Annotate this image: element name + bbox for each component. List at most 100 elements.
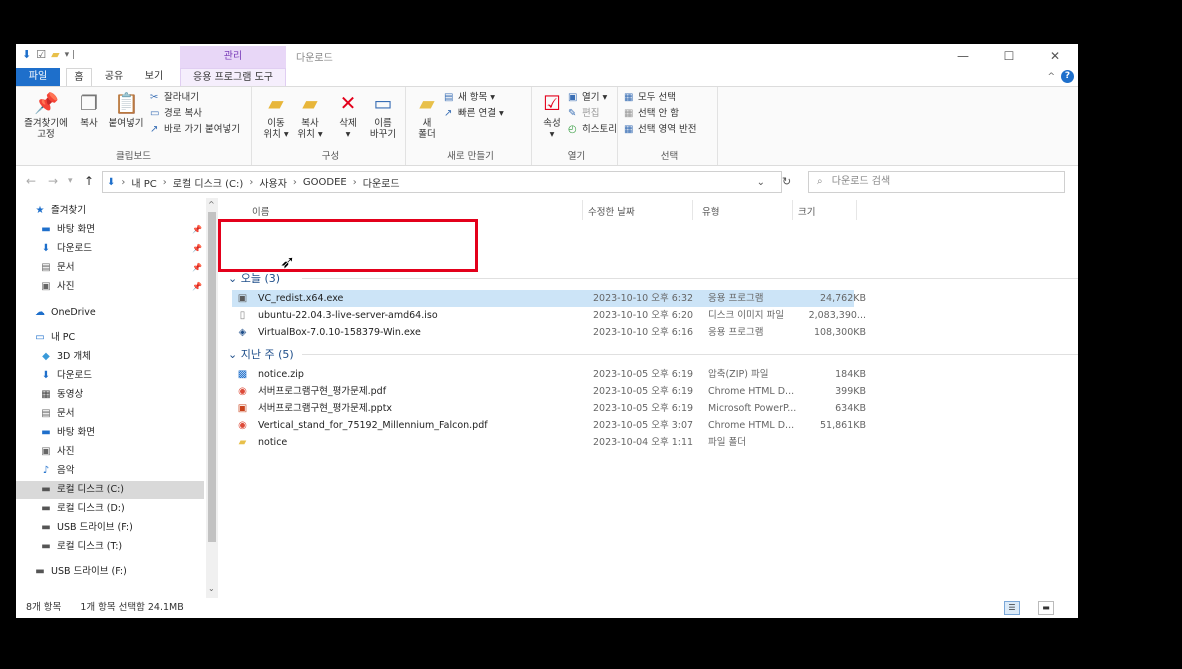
select-all-button[interactable]: ▦ 모두 선택	[624, 91, 676, 105]
nav-item[interactable]: ▤ 문서	[16, 405, 204, 423]
nav-item[interactable]: ▦ 동영상	[16, 386, 204, 404]
delete-x-icon: ✕	[339, 91, 357, 115]
properties-check-icon[interactable]: ☑	[36, 48, 46, 62]
nav-item[interactable]: ♪ 음악	[16, 462, 204, 480]
recent-dropdown-icon[interactable]: ▾	[68, 176, 73, 186]
tab-share[interactable]: 공유	[100, 68, 128, 86]
search-input[interactable]: ⌕ 다운로드 검색	[808, 171, 1065, 193]
move-to-button[interactable]: ▰ 이동 위치 ▾	[260, 91, 292, 140]
breadcrumb-local-disk-c[interactable]: 로컬 디스크 (C:)	[173, 175, 244, 190]
copy-to-button[interactable]: ▰ 복사 위치 ▾	[294, 91, 326, 140]
nav-item[interactable]: ★ 즐겨찾기	[16, 202, 204, 220]
minimize-button[interactable]: —	[940, 44, 986, 68]
nav-item[interactable]: ▣ 사진 📌	[16, 278, 204, 296]
select-none-button[interactable]: ▦ 선택 안 함	[624, 107, 679, 121]
group-clipboard: 📌 즐겨찾기에 고정 ❐ 복사 📋 붙여넣기 ✂ 잘라내기 ▭ 경로 복사 ↗ 바로 …	[16, 87, 252, 165]
collapse-chevron-icon[interactable]: ⌄	[228, 348, 241, 361]
nav-item[interactable]: ▬ 로컬 디스크 (D:)	[16, 500, 204, 518]
forward-arrow-icon[interactable]: →	[48, 174, 58, 188]
file-row[interactable]: ▯ ubuntu-22.04.3-live-server-amd64.iso 202…	[232, 307, 866, 324]
large-icons-view-icon[interactable]: ▬	[1038, 601, 1054, 615]
manage-tab[interactable]: 관리	[180, 46, 286, 68]
group-header[interactable]: ⌄ 지난 주 (5)	[228, 346, 294, 362]
ribbon-collapse-icon[interactable]: ^	[1047, 72, 1055, 82]
new-folder-button[interactable]: ▰ 새 폴더	[414, 91, 440, 140]
file-row[interactable]: ▣ 서버프로그램구현_평가문제.pptx 2023-10-05 오후 6:19 Mic…	[232, 400, 866, 417]
history-button[interactable]: ◴ 히스토리	[568, 123, 617, 137]
nav-item[interactable]: ▬ USB 드라이브 (F:)	[16, 563, 204, 581]
copy-path-button[interactable]: ▭ 경로 복사	[150, 107, 202, 121]
nav-item[interactable]: ▬ 로컬 디스크 (T:)	[16, 538, 204, 556]
nav-scrollbar[interactable]: ^ ⌄	[206, 198, 218, 598]
collapse-chevron-icon[interactable]: ⌄	[228, 272, 241, 285]
cut-button[interactable]: ✂ 잘라내기	[150, 91, 199, 105]
close-button[interactable]: ✕	[1032, 44, 1078, 68]
address-bar[interactable]: ⬇ › 내 PC › 로컬 디스크 (C:) › 사용자 › GOODEE › …	[102, 171, 782, 193]
qat-dropdown-icon[interactable]: ▾ |	[65, 48, 75, 62]
open-button[interactable]: ▣ 열기 ▾	[568, 91, 607, 105]
up-arrow-icon[interactable]: ↑	[84, 174, 94, 188]
file-row[interactable]: ▩ notice.zip 2023-10-05 오후 6:19 압축(ZIP) 파일 1…	[232, 366, 866, 383]
nav-item[interactable]: ▤ 문서 📌	[16, 259, 204, 277]
file-row[interactable]: ◉ Vertical_stand_for_75192_Millennium_Fal…	[232, 417, 866, 434]
nav-item[interactable]: ▬ USB 드라이브 (F:)	[16, 519, 204, 537]
tab-app-tools[interactable]: 응용 프로그램 도구	[180, 68, 286, 86]
breadcrumb-downloads[interactable]: 다운로드	[363, 175, 400, 190]
rename-button[interactable]: ▭ 이름 바꾸기	[366, 91, 400, 140]
paste-shortcut-button[interactable]: ↗ 바로 가기 붙여넣기	[150, 123, 240, 137]
group-header[interactable]: ⌄ 오늘 (3)	[228, 270, 280, 286]
delete-button[interactable]: ✕ 삭제 ▾	[334, 91, 362, 140]
nav-item[interactable]: ☁ OneDrive	[16, 304, 204, 322]
invert-selection-button[interactable]: ▦ 선택 영역 반전	[624, 123, 696, 137]
file-date: 2023-10-05 오후 6:19	[593, 369, 694, 380]
file-size: 399KB	[835, 386, 866, 397]
pin-quick-access-button[interactable]: 📌 즐겨찾기에 고정	[20, 91, 72, 140]
column-name[interactable]: 이름	[252, 204, 269, 218]
column-size[interactable]: 크기	[798, 204, 815, 218]
maximize-button[interactable]: ☐	[986, 44, 1032, 68]
folder-icon[interactable]: ▰	[51, 48, 59, 62]
scroll-up-icon[interactable]: ^	[208, 200, 215, 209]
address-dropdown-icon[interactable]: ⌄	[757, 177, 765, 188]
nav-item[interactable]: ⬇ 다운로드 📌	[16, 240, 204, 258]
tab-file[interactable]: 파일	[16, 68, 60, 86]
nav-item[interactable]: ▬ 바탕 화면 📌	[16, 221, 204, 239]
edit-button[interactable]: ✎ 편집	[568, 107, 599, 121]
download-arrow-icon[interactable]: ⬇	[22, 48, 31, 62]
column-type[interactable]: 유형	[702, 204, 719, 218]
easy-access-button[interactable]: ↗ 빠른 연결 ▾	[444, 107, 504, 121]
help-icon[interactable]: ?	[1061, 70, 1074, 83]
file-row[interactable]: ▣ VC_redist.x64.exe 2023-10-10 오후 6:32 응용 프…	[232, 290, 866, 307]
nav-item[interactable]: ▭ 내 PC	[16, 329, 204, 347]
file-name: 서버프로그램구현_평가문제.pptx	[258, 403, 393, 414]
tab-view[interactable]: 보기	[140, 68, 168, 86]
file-row[interactable]: ▰ notice 2023-10-04 오후 1:11 파일 폴더	[232, 434, 854, 451]
back-arrow-icon[interactable]: ←	[26, 174, 36, 188]
refresh-icon[interactable]: ↻	[782, 175, 791, 188]
details-view-icon[interactable]: ☰	[1004, 601, 1020, 615]
breadcrumb-users[interactable]: 사용자	[259, 175, 287, 190]
nav-item[interactable]: ▬ 로컬 디스크 (C:)	[16, 481, 204, 499]
nav-scrollbar-thumb[interactable]	[208, 212, 216, 542]
nav-item[interactable]: ◆ 3D 개체	[16, 348, 204, 366]
breadcrumb-goodee[interactable]: GOODEE	[303, 177, 347, 188]
group-select: ▦ 모두 선택 ▦ 선택 안 함 ▦ 선택 영역 반전 선택	[622, 87, 718, 165]
group-title: 지난 주 (5)	[240, 348, 294, 361]
paste-button[interactable]: 📋 붙여넣기	[106, 91, 146, 129]
file-row[interactable]: ◉ 서버프로그램구현_평가문제.pdf 2023-10-05 오후 6:19 Chro…	[232, 383, 866, 400]
file-row[interactable]: ◈ VirtualBox-7.0.10-158379-Win.exe 2023-10…	[232, 324, 866, 341]
folder-download-icon: ⬇	[107, 176, 116, 188]
copy-button[interactable]: ❐ 복사	[74, 91, 104, 129]
new-item-button[interactable]: ▤ 새 항목 ▾	[444, 91, 495, 105]
file-name: VirtualBox-7.0.10-158379-Win.exe	[258, 327, 421, 338]
tab-home[interactable]: 홈	[66, 68, 92, 86]
scroll-down-icon[interactable]: ⌄	[208, 584, 215, 593]
properties-button[interactable]: ☑ 속성 ▾	[540, 91, 564, 140]
column-date[interactable]: 수정한 날짜	[588, 204, 635, 218]
nav-item[interactable]: ▬ 바탕 화면	[16, 424, 204, 442]
nav-item-label: 다운로드	[57, 370, 92, 381]
red-highlight-box	[218, 219, 478, 272]
breadcrumb-this-pc[interactable]: 내 PC	[131, 175, 156, 190]
nav-item[interactable]: ⬇ 다운로드	[16, 367, 204, 385]
nav-item[interactable]: ▣ 사진	[16, 443, 204, 461]
